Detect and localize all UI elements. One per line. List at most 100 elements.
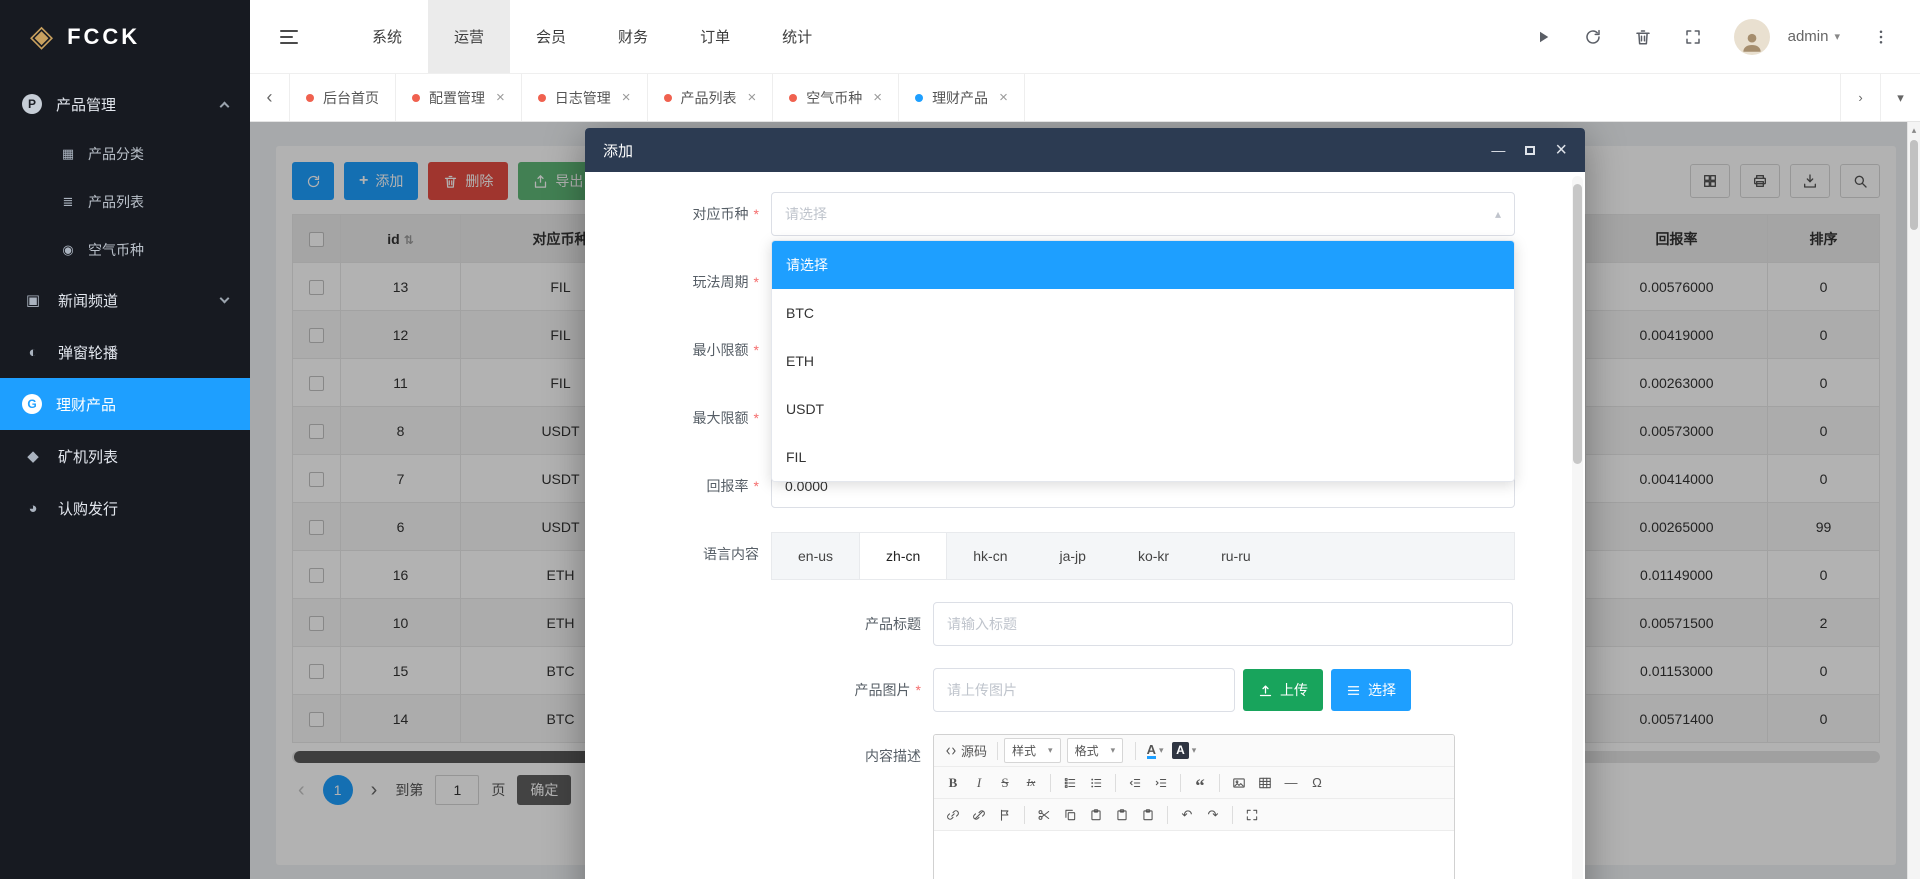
play-icon[interactable]: [1534, 28, 1552, 46]
sidebar-item-label: 弹窗轮播: [58, 342, 118, 363]
sidebar-item-product-management[interactable]: P 产品管理: [0, 78, 250, 130]
trash-icon[interactable]: [1634, 28, 1652, 46]
dropdown-option[interactable]: USDT: [772, 385, 1514, 433]
close-icon[interactable]: ×: [496, 89, 505, 106]
more-options-icon[interactable]: [1872, 28, 1890, 46]
sidebar-item-air-coins[interactable]: ◉ 空气币种: [0, 226, 250, 274]
style-select[interactable]: 样式 ▾: [1004, 738, 1061, 763]
financial-products-icon: G: [22, 394, 42, 414]
cut-button[interactable]: [1031, 802, 1057, 827]
tab-en-us[interactable]: en-us: [772, 533, 859, 579]
dropdown-option[interactable]: 请选择: [772, 241, 1514, 289]
sidebar-item-popup-carousel[interactable]: ◐ 弹窗轮播: [0, 326, 250, 378]
tab-logs[interactable]: 日志管理 ×: [522, 74, 648, 121]
blockquote-button[interactable]: “: [1187, 770, 1213, 795]
insert-image-button[interactable]: [1226, 770, 1252, 795]
tab-config[interactable]: 配置管理 ×: [396, 74, 522, 121]
dropdown-option[interactable]: BTC: [772, 289, 1514, 337]
tab-ru-ru[interactable]: ru-ru: [1195, 533, 1277, 579]
tab-ko-kr[interactable]: ko-kr: [1112, 533, 1195, 579]
tabs-scroll-left-icon[interactable]: ‹: [250, 74, 290, 121]
close-icon[interactable]: ×: [622, 89, 631, 106]
fullscreen-icon[interactable]: [1684, 28, 1702, 46]
text-color-button[interactable]: A ▾: [1142, 738, 1168, 763]
anchor-button[interactable]: [992, 802, 1018, 827]
maximize-icon[interactable]: [1525, 143, 1535, 157]
sidebar-item-financial-products[interactable]: G 理财产品: [0, 378, 250, 430]
refresh-icon[interactable]: [1584, 28, 1602, 46]
select-image-button[interactable]: 选择: [1331, 669, 1411, 711]
unordered-list-button[interactable]: [1083, 770, 1109, 795]
outdent-button[interactable]: [1122, 770, 1148, 795]
sidebar-item-news-channel[interactable]: ▣ 新闻频道: [0, 274, 250, 326]
sidebar-toggle-icon[interactable]: [280, 30, 298, 44]
undo-button[interactable]: ↶: [1174, 802, 1200, 827]
ordered-list-button[interactable]: [1057, 770, 1083, 795]
paste-text-button[interactable]: [1109, 802, 1135, 827]
close-icon[interactable]: ×: [873, 89, 882, 106]
unlink-button[interactable]: [966, 802, 992, 827]
sidebar-item-subscription-issue[interactable]: ◕ 认购发行: [0, 482, 250, 534]
editor-content[interactable]: [934, 831, 1454, 879]
minimize-icon[interactable]: —: [1491, 143, 1505, 157]
username: admin: [1788, 28, 1829, 45]
tab-label: 产品列表: [681, 88, 737, 108]
avatar[interactable]: [1734, 19, 1770, 55]
special-char-button[interactable]: Ω: [1304, 770, 1330, 795]
nav-item-finance[interactable]: 财务: [592, 0, 674, 73]
product-image-input[interactable]: [933, 668, 1235, 712]
scroll-up-icon[interactable]: ▴: [1908, 122, 1920, 138]
maximize-button[interactable]: [1239, 802, 1265, 827]
sidebar-item-product-list[interactable]: ≣ 产品列表: [0, 178, 250, 226]
sidebar-item-product-category[interactable]: ▦ 产品分类: [0, 130, 250, 178]
close-icon[interactable]: ×: [1555, 140, 1567, 160]
tab-ja-jp[interactable]: ja-jp: [1034, 533, 1112, 579]
link-button[interactable]: [940, 802, 966, 827]
rich-text-editor: 源码 样式 ▾ 格式: [933, 734, 1455, 879]
dropdown-option[interactable]: ETH: [772, 337, 1514, 385]
copy-button[interactable]: [1057, 802, 1083, 827]
tab-home[interactable]: 后台首页: [290, 74, 396, 121]
sidebar-item-label: 新闻频道: [58, 290, 118, 311]
vertical-scrollbar-thumb[interactable]: [1910, 140, 1918, 230]
redo-button[interactable]: ↷: [1200, 802, 1226, 827]
dropdown-option[interactable]: FIL: [772, 433, 1514, 481]
tab-product-list[interactable]: 产品列表 ×: [648, 74, 774, 121]
strikethrough-button[interactable]: S: [992, 770, 1018, 795]
tab-hk-cn[interactable]: hk-cn: [947, 533, 1033, 579]
nav-item-system[interactable]: 系统: [346, 0, 428, 73]
top-header: 系统 运营 会员 财务 订单 统计 admin ▾: [250, 0, 1920, 74]
paste-word-button[interactable]: [1135, 802, 1161, 827]
source-button[interactable]: 源码: [940, 738, 991, 763]
indent-button[interactable]: [1148, 770, 1174, 795]
paste-button[interactable]: [1083, 802, 1109, 827]
user-menu[interactable]: admin ▾: [1788, 28, 1840, 45]
coin-field-label: 对应币种: [609, 192, 759, 236]
nav-item-statistics[interactable]: 统计: [756, 0, 838, 73]
tabs-menu-icon[interactable]: ▾: [1880, 74, 1920, 121]
upload-button[interactable]: 上传: [1243, 669, 1323, 711]
tab-financial-products[interactable]: 理财产品 ×: [899, 74, 1025, 121]
remove-format-button[interactable]: Ix: [1018, 770, 1044, 795]
tabs-scroll-right-icon[interactable]: ›: [1840, 74, 1880, 121]
sidebar-item-miner-list[interactable]: ◆ 矿机列表: [0, 430, 250, 482]
tab-zh-cn[interactable]: zh-cn: [859, 533, 947, 579]
coin-select[interactable]: 请选择 ▴: [771, 192, 1515, 236]
nav-item-members[interactable]: 会员: [510, 0, 592, 73]
tab-air-coins[interactable]: 空气币种 ×: [773, 74, 899, 121]
italic-button[interactable]: I: [966, 770, 992, 795]
format-select[interactable]: 格式 ▾: [1067, 738, 1124, 763]
bold-button[interactable]: B: [940, 770, 966, 795]
cycle-field-label: 玩法周期: [609, 260, 759, 304]
product-title-input[interactable]: [933, 602, 1513, 646]
caret-down-icon: ▾: [1192, 745, 1197, 756]
close-icon[interactable]: ×: [999, 89, 1008, 106]
insert-table-button[interactable]: [1252, 770, 1278, 795]
horizontal-rule-button[interactable]: —: [1278, 770, 1304, 795]
nav-item-orders[interactable]: 订单: [674, 0, 756, 73]
modal-scrollbar-thumb[interactable]: [1573, 184, 1582, 464]
nav-item-operations[interactable]: 运营: [428, 0, 510, 73]
background-color-button[interactable]: A ▾: [1168, 738, 1200, 763]
close-icon[interactable]: ×: [748, 89, 757, 106]
list-icon: [1346, 683, 1361, 698]
